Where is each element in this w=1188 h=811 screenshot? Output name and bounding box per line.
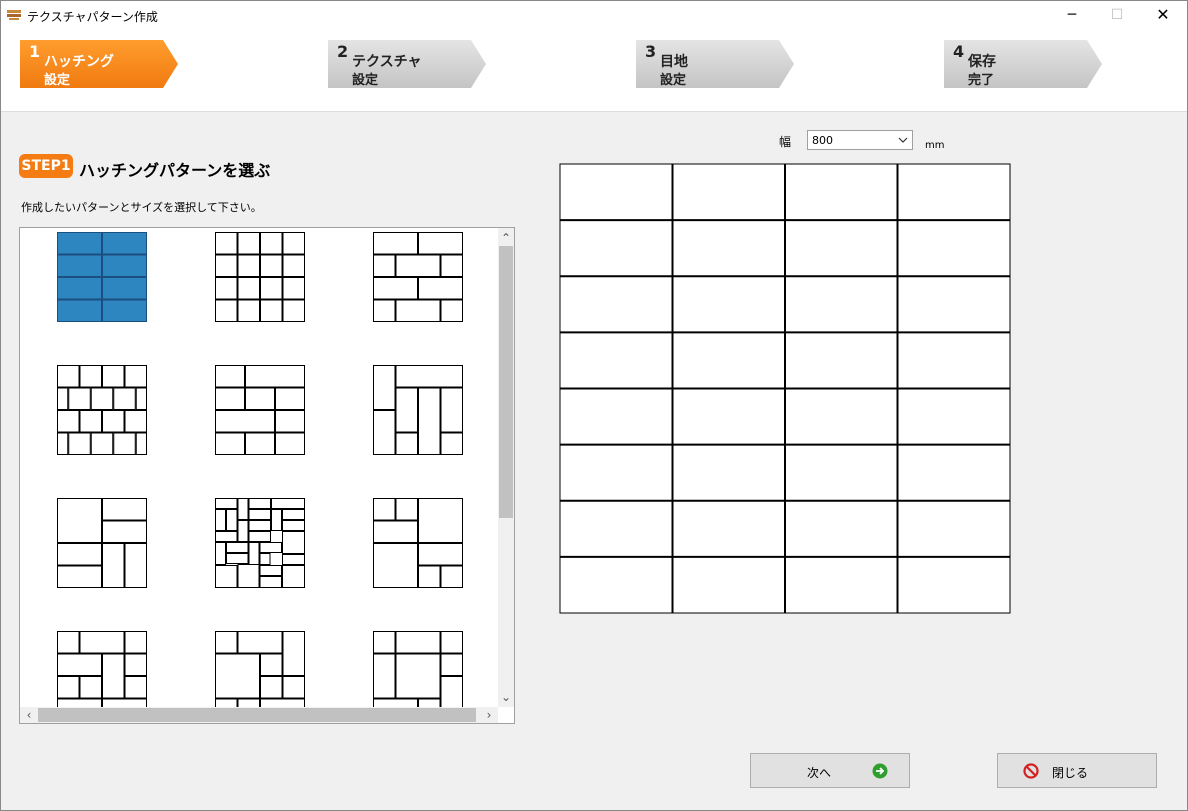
step-label: 保存 bbox=[968, 54, 996, 70]
pattern-thumbnail-pinwheel-square[interactable] bbox=[373, 498, 463, 588]
pattern-thumbnail-herringbone-small[interactable] bbox=[215, 498, 305, 588]
step-sublabel: 設定 bbox=[352, 73, 379, 88]
pattern-thumbnail-pinwheel-large[interactable] bbox=[57, 498, 147, 588]
step-number: 1 bbox=[29, 42, 41, 61]
step-sublabel: 設定 bbox=[44, 73, 71, 88]
vertical-scrollbar[interactable]: ⌃ ⌄ bbox=[498, 228, 514, 707]
pattern-thumbnail-grid-2x4-selected[interactable] bbox=[57, 232, 147, 322]
scroll-right-arrow-icon[interactable]: › bbox=[481, 707, 497, 723]
width-select[interactable]: 800 bbox=[807, 130, 913, 150]
app-icon bbox=[7, 10, 21, 20]
vertical-scroll-thumb[interactable] bbox=[499, 246, 513, 518]
chevron-down-icon bbox=[898, 137, 908, 143]
pattern-list bbox=[20, 228, 498, 707]
pattern-thumbnail-grid-4x4[interactable] bbox=[215, 232, 305, 322]
pattern-gallery: ⌃ ⌄ ‹ › bbox=[19, 227, 515, 724]
step-label: ハッチング bbox=[44, 54, 114, 70]
step-number: 3 bbox=[645, 42, 657, 61]
pattern-thumbnail-mixed-grid-b[interactable] bbox=[215, 631, 305, 707]
step-label: テクスチャ bbox=[352, 54, 422, 70]
pattern-thumbnail-basketweave-bordered[interactable] bbox=[373, 365, 463, 455]
title-bar: テクスチャパターン作成 ─ ☐ ✕ bbox=[1, 1, 1187, 29]
next-button[interactable]: 次へ bbox=[750, 753, 910, 788]
app-window: テクスチャパターン作成 ─ ☐ ✕ 1 ハッチング 設定 2 テクスチャ 設定 bbox=[0, 0, 1188, 811]
step-1-hatching: 1 ハッチング 設定 bbox=[20, 40, 178, 88]
pattern-preview bbox=[559, 163, 1011, 614]
pattern-thumbnail-running-bond-small[interactable] bbox=[57, 365, 147, 455]
wizard-steps: 1 ハッチング 設定 2 テクスチャ 設定 3 目地 設定 4 保存 完了 bbox=[1, 29, 1187, 112]
next-button-label: 次へ bbox=[807, 766, 832, 780]
step-badge: STEP1 bbox=[19, 154, 73, 178]
scroll-up-arrow-icon[interactable]: ⌃ bbox=[498, 230, 514, 246]
close-button[interactable]: 閉じる bbox=[997, 753, 1157, 788]
width-select-value: 800 bbox=[812, 134, 833, 147]
step-4-save: 4 保存 完了 bbox=[944, 40, 1102, 88]
horizontal-scroll-thumb[interactable] bbox=[38, 708, 476, 722]
pattern-thumbnail-running-bond-large[interactable] bbox=[373, 232, 463, 322]
step-sublabel: 設定 bbox=[660, 73, 687, 88]
step-number: 4 bbox=[953, 42, 965, 61]
width-label: 幅 bbox=[779, 135, 792, 149]
step-label: 目地 bbox=[660, 54, 688, 70]
unit-label: mm bbox=[925, 140, 945, 151]
step-sublabel: 完了 bbox=[968, 73, 995, 88]
scroll-down-arrow-icon[interactable]: ⌄ bbox=[498, 689, 514, 705]
instruction-text: 作成したいパターンとサイズを選択して下さい。 bbox=[21, 201, 262, 214]
maximize-button[interactable]: ☐ bbox=[1094, 1, 1140, 29]
step-number: 2 bbox=[337, 42, 349, 61]
window-title: テクスチャパターン作成 bbox=[27, 10, 158, 24]
close-window-button[interactable]: ✕ bbox=[1140, 1, 1186, 29]
scroll-left-arrow-icon[interactable]: ‹ bbox=[21, 707, 37, 723]
page-title: ハッチングパターンを選ぶ bbox=[79, 161, 271, 180]
step-3-joint: 3 目地 設定 bbox=[636, 40, 794, 88]
horizontal-scrollbar[interactable]: ‹ › bbox=[20, 707, 498, 723]
step-2-texture: 2 テクスチャ 設定 bbox=[328, 40, 486, 88]
close-button-label: 閉じる bbox=[1052, 766, 1089, 780]
pattern-thumbnail-mixed-grid-a[interactable] bbox=[57, 631, 147, 707]
pattern-thumbnail-mixed-grid-c[interactable] bbox=[373, 631, 463, 707]
arrow-right-circle-icon bbox=[872, 763, 888, 779]
prohibited-icon bbox=[1023, 763, 1039, 779]
pattern-thumbnail-running-bond-wide[interactable] bbox=[215, 365, 305, 455]
minimize-button[interactable]: ─ bbox=[1049, 1, 1095, 29]
